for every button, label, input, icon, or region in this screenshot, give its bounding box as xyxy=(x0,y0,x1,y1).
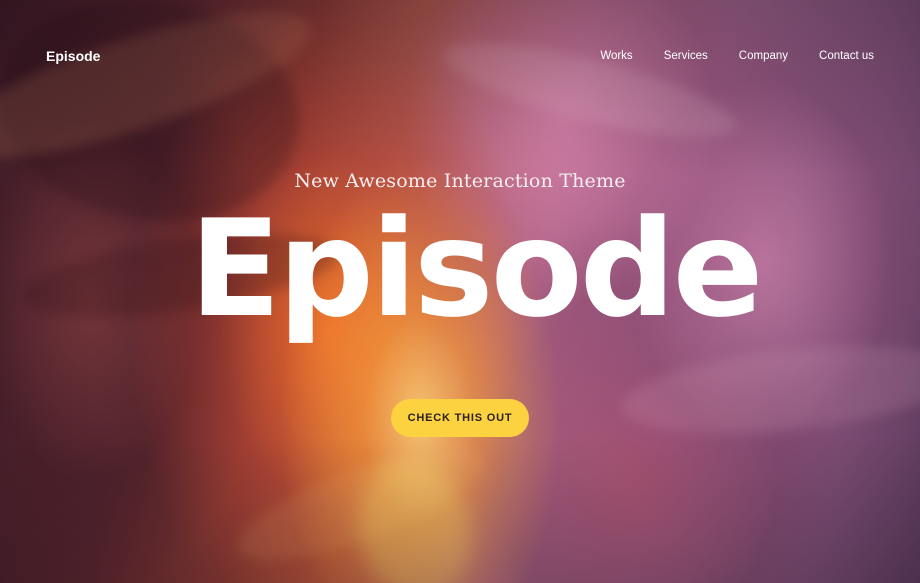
nav-item-works[interactable]: Works xyxy=(600,50,632,62)
nav-item-contact[interactable]: Contact us xyxy=(819,50,874,62)
main-nav: Works Services Company Contact us xyxy=(569,50,874,62)
brand-logo[interactable]: Episode xyxy=(46,48,100,64)
hero-section: Episode Works Services Company Contact u… xyxy=(0,0,920,583)
nav-item-services[interactable]: Services xyxy=(664,50,708,62)
nav-item-company[interactable]: Company xyxy=(739,50,788,62)
hero-subtitle: New Awesome Interaction Theme xyxy=(294,170,626,192)
hero-title: Episode xyxy=(189,191,763,347)
check-this-out-button[interactable]: CHECK THIS OUT xyxy=(391,399,529,437)
